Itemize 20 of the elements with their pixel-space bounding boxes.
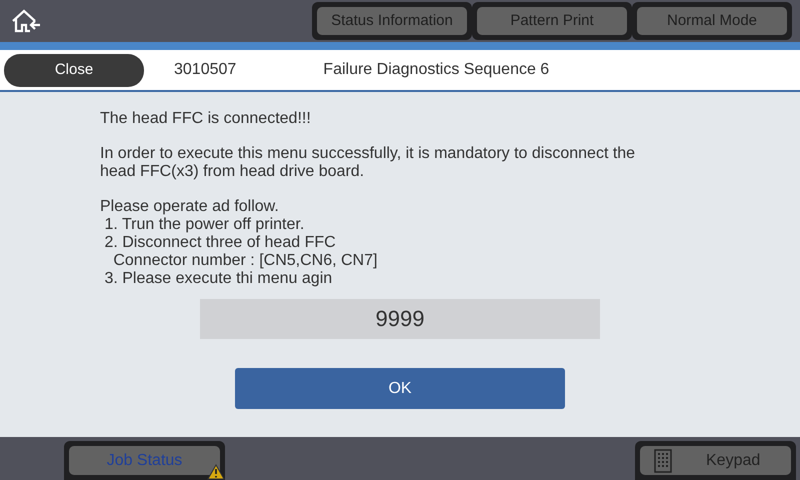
tab-button[interactable]: Pattern Print bbox=[477, 7, 627, 35]
message-line: 1. Trun the power off printer. bbox=[103, 216, 304, 233]
close-button[interactable]: Close bbox=[4, 54, 144, 86]
message-line: The head FFC is connected!!! bbox=[100, 110, 311, 127]
code-number: 3010507 bbox=[174, 60, 236, 80]
screen-title: Failure Diagnostics Sequence 6 bbox=[323, 60, 550, 80]
keypad-icon bbox=[654, 448, 672, 472]
job-status-button[interactable]: Job Status bbox=[69, 446, 220, 475]
message-line: head FFC(x3) from head drive board. bbox=[100, 163, 364, 180]
ok-button[interactable]: OK bbox=[235, 368, 565, 409]
message-line: Please operate ad follow. bbox=[100, 198, 279, 215]
message-line: Connector number : [CN5,CN6, CN7] bbox=[112, 252, 378, 269]
home-icon[interactable] bbox=[10, 8, 42, 34]
keypad-button[interactable]: Keypad bbox=[640, 446, 791, 475]
tab-button[interactable]: Status Information bbox=[317, 7, 467, 35]
value-field[interactable]: 9999 bbox=[200, 299, 600, 339]
tab-button[interactable]: Normal Mode bbox=[637, 7, 787, 35]
message-line: 3. Please execute thi menu agin bbox=[103, 270, 332, 287]
message-line: 2. Disconnect three of head FFC bbox=[103, 234, 336, 251]
message-line: In order to execute this menu successfully, it is mandatory to disconnect the bbox=[100, 145, 636, 162]
